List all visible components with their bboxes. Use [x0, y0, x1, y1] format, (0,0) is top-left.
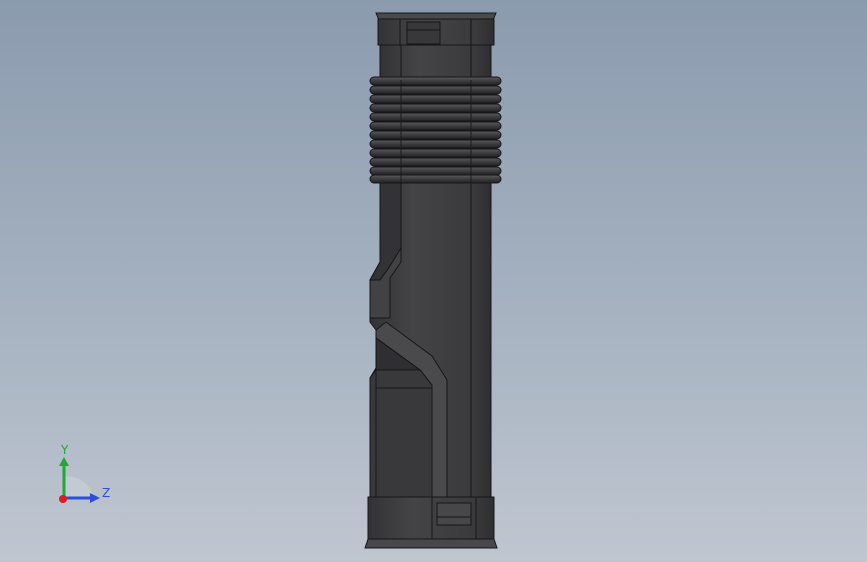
bottom-latch-window — [436, 502, 472, 526]
graphics-viewport[interactable]: Y Z — [0, 0, 867, 562]
bellows-rib — [369, 174, 502, 184]
bellows-rib — [369, 157, 502, 167]
z-axis-head — [90, 493, 100, 503]
bellows-rib — [369, 76, 502, 86]
bottom-collar — [367, 496, 495, 540]
bellows-rib — [369, 139, 502, 149]
bellows-rib — [369, 103, 502, 113]
bellows-rib — [369, 148, 502, 158]
orientation-triad: Y Z — [59, 443, 110, 503]
bellows — [369, 76, 502, 184]
bellows-rib — [369, 130, 502, 140]
z-axis-label: Z — [102, 486, 110, 500]
bellows-rib — [369, 85, 502, 95]
triad-plane — [64, 476, 94, 498]
bellows-rib — [369, 121, 502, 131]
bellows-rib — [369, 112, 502, 122]
top-latch-window — [406, 21, 441, 45]
lower-left-face — [369, 369, 433, 498]
bellows-rib — [369, 94, 502, 104]
y-axis-head — [59, 457, 69, 466]
bellows-rib — [369, 166, 502, 176]
bottom-collar-lip — [364, 538, 498, 549]
x-axis-origin-icon — [59, 495, 67, 503]
tube-part[interactable] — [364, 12, 502, 549]
model-view[interactable] — [0, 0, 867, 562]
upper-body — [379, 44, 492, 81]
y-axis-label: Y — [60, 443, 69, 457]
